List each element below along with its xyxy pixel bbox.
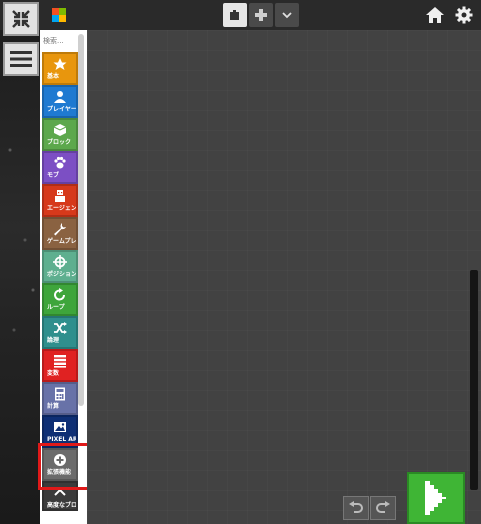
shuffle-icon [44, 321, 76, 336]
logo-blue-square [52, 15, 59, 22]
category-label: 計算 [47, 403, 60, 410]
block-view-button[interactable] [223, 3, 247, 27]
app-logo [52, 8, 66, 22]
category-cube[interactable]: ブロック [42, 118, 78, 151]
star-icon [44, 57, 76, 72]
category-agent[interactable]: エージェント [42, 184, 78, 217]
puzzle-block-icon [230, 10, 239, 20]
category-list[interactable]: 変数 [42, 349, 78, 382]
category-label: ブロック [47, 139, 72, 146]
category-paw[interactable]: モブ [42, 151, 78, 184]
person-icon [44, 90, 76, 105]
paw-icon [44, 156, 76, 171]
puzzle-icon [255, 9, 267, 21]
gear-icon[interactable] [455, 6, 473, 24]
collapse-arrows-icon [12, 10, 30, 28]
category-label: 変数 [47, 370, 60, 377]
logo-green-square [59, 8, 66, 15]
run-button[interactable] [407, 472, 465, 524]
home-icon[interactable] [425, 6, 445, 24]
category-label: エージェント [47, 205, 77, 212]
chevron-down-icon [282, 12, 292, 19]
toolbox-scrollbar[interactable] [78, 34, 84, 406]
agent-icon [44, 189, 76, 204]
category-loop[interactable]: ループ [42, 283, 78, 316]
redo-icon [376, 501, 390, 513]
cube-icon [44, 123, 76, 138]
category-label: 高度なブロ [47, 502, 78, 509]
category-label: プレイヤー [47, 106, 77, 113]
view-dropdown-button[interactable] [275, 3, 299, 27]
category-label: 論理 [47, 337, 60, 344]
logo-yellow-square [59, 15, 66, 22]
category-star[interactable]: 基本 [42, 52, 78, 85]
editor-view-toggle [223, 3, 299, 27]
list-icon [44, 354, 76, 369]
image-icon [44, 420, 76, 435]
workspace-scrollbar[interactable] [470, 270, 478, 490]
category-calculator[interactable]: 計算 [42, 382, 78, 415]
undo-button[interactable] [343, 496, 369, 520]
category-label: 基本 [47, 73, 60, 80]
category-label: ポジション [47, 271, 78, 278]
hamburger-icon [10, 51, 32, 67]
category-shuffle[interactable]: 論理 [42, 316, 78, 349]
play-icon [425, 481, 446, 515]
calculator-icon [44, 387, 76, 402]
redo-button[interactable] [370, 496, 396, 520]
category-person[interactable]: プレイヤー [42, 85, 78, 118]
toolbox-search-input[interactable] [40, 33, 76, 48]
wrench-icon [44, 222, 76, 237]
fullscreen-button[interactable] [3, 2, 39, 36]
block-workspace[interactable] [87, 30, 481, 524]
loop-icon [44, 288, 76, 303]
category-crosshair[interactable]: ポジション [42, 250, 78, 283]
category-label: ゲームプレイ [47, 238, 77, 245]
undo-icon [349, 501, 363, 513]
category-wrench[interactable]: ゲームプレイ [42, 217, 78, 250]
menu-button[interactable] [3, 42, 39, 76]
crosshair-icon [44, 255, 76, 270]
logo-red-square [52, 8, 59, 15]
category-label: モブ [47, 172, 60, 179]
category-label: ループ [47, 304, 65, 311]
extensions-highlight-box [38, 443, 90, 490]
code-view-button[interactable] [249, 3, 273, 27]
